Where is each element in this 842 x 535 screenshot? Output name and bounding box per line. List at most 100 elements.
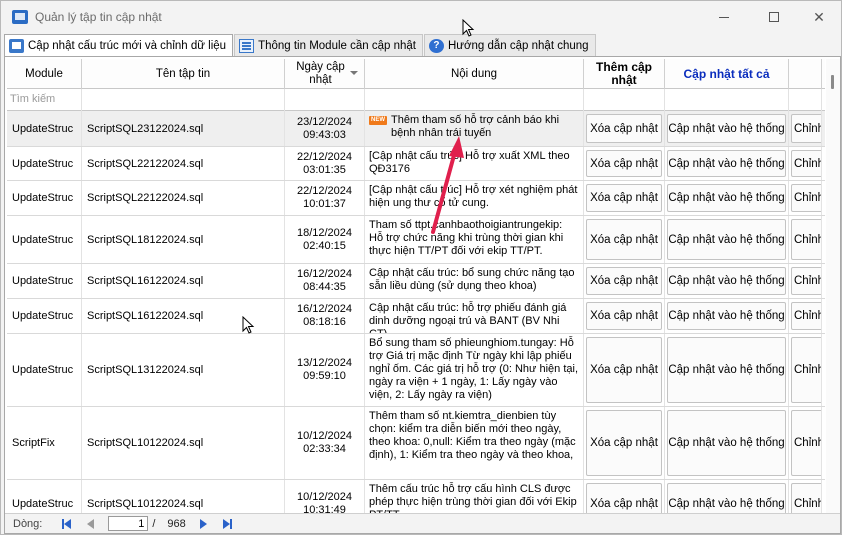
edit-button[interactable]: Chỉnh xyxy=(791,114,821,143)
apply-update-button[interactable]: Cập nhật vào hệ thống xyxy=(667,267,786,295)
maximize-button[interactable] xyxy=(751,1,797,33)
form-window-icon xyxy=(9,38,24,53)
cell-edit: Chỉnh xyxy=(789,480,822,513)
cell-delete: Xóa cập nhật xyxy=(584,147,665,180)
minimize-button[interactable] xyxy=(701,1,747,33)
cell-file-name: ScriptSQL13122024.sql xyxy=(82,334,285,406)
edit-button[interactable]: Chỉnh xyxy=(791,302,821,330)
table-row[interactable]: UpdateStruc ScriptSQL16122024.sql 16/12/… xyxy=(7,299,825,334)
delete-update-button[interactable]: Xóa cập nhật xyxy=(586,483,662,513)
next-page-button[interactable] xyxy=(194,516,214,531)
update-grid: Module Tên tập tin Ngày cập nhật Nội dun… xyxy=(7,59,825,513)
table-row[interactable]: UpdateStruc ScriptSQL16122024.sql 16/12/… xyxy=(7,264,825,299)
table-row[interactable]: UpdateStruc ScriptSQL13122024.sql 13/12/… xyxy=(7,334,825,407)
edit-button[interactable]: Chỉnh xyxy=(791,267,821,295)
time-value: 02:33:34 xyxy=(303,443,346,455)
header-file-name[interactable]: Tên tập tin xyxy=(82,59,285,89)
tab-update-structure[interactable]: Cập nhật cấu trúc mới và chỉnh dữ liệu xyxy=(4,34,234,56)
content-text: [Cập nhật cấu trúc] Hỗ trợ xuất XML theo… xyxy=(369,150,570,175)
date-value: 10/12/2024 xyxy=(296,430,353,442)
delete-update-button[interactable]: Xóa cập nhật xyxy=(586,337,662,403)
apply-update-button[interactable]: Cập nhật vào hệ thống xyxy=(667,114,786,143)
table-row[interactable]: ScriptFix ScriptSQL10122024.sql 10/12/20… xyxy=(7,407,825,480)
header-content[interactable]: Nội dung xyxy=(365,59,584,89)
delete-update-button[interactable]: Xóa cập nhật xyxy=(586,302,662,330)
cell-apply: Cập nhật vào hệ thống xyxy=(665,147,789,180)
cell-module: UpdateStruc xyxy=(7,480,82,513)
edit-button[interactable]: Chỉnh xyxy=(791,410,821,476)
delete-update-button[interactable]: Xóa cập nhật xyxy=(586,114,662,143)
sort-desc-icon xyxy=(350,71,358,75)
filter-module-input[interactable]: Tìm kiếm xyxy=(7,89,82,111)
filter-content-input[interactable] xyxy=(365,89,584,111)
new-badge-icon: NEW xyxy=(369,116,387,125)
time-value: 08:18:16 xyxy=(303,316,346,328)
row-separator: / xyxy=(152,517,156,530)
cell-module: UpdateStruc xyxy=(7,181,82,215)
delete-update-button[interactable]: Xóa cập nhật xyxy=(586,410,662,476)
prev-page-button[interactable] xyxy=(80,516,100,531)
edit-button[interactable]: Chỉnh xyxy=(791,483,821,513)
table-row[interactable]: UpdateStruc ScriptSQL22122024.sql 22/12/… xyxy=(7,181,825,216)
cell-edit: Chỉnh xyxy=(789,299,822,333)
cell-content: Tham số ttpt.canhbaothoigiantrungekip: H… xyxy=(365,216,584,263)
content-text: Thêm cấu trúc hỗ trợ cấu hình CLS được p… xyxy=(369,483,577,513)
delete-update-button[interactable]: Xóa cập nhật xyxy=(586,267,662,295)
apply-update-button[interactable]: Cập nhật vào hệ thống xyxy=(667,302,786,330)
cell-apply: Cập nhật vào hệ thống xyxy=(665,334,789,406)
edit-button[interactable]: Chỉnh xyxy=(791,337,821,403)
date-value: 13/12/2024 xyxy=(296,357,353,369)
table-row[interactable]: UpdateStruc ScriptSQL23122024.sql 23/12/… xyxy=(7,111,825,147)
edit-button[interactable]: Chỉnh xyxy=(791,150,821,177)
add-update-header-button[interactable]: Thêm cập nhật xyxy=(584,59,665,89)
cell-module: UpdateStruc xyxy=(7,334,82,406)
tab-label: Thông tin Module cần cập nhật xyxy=(258,39,416,52)
edit-button[interactable]: Chỉnh xyxy=(791,184,821,212)
delete-update-button[interactable]: Xóa cập nhật xyxy=(586,184,662,212)
cell-content: Cập nhật cấu trúc: hỗ trợ phiếu đánh giá… xyxy=(365,299,584,333)
filter-update xyxy=(665,89,789,111)
cell-file-name: ScriptSQL22122024.sql xyxy=(82,147,285,180)
apply-update-button[interactable]: Cập nhật vào hệ thống xyxy=(667,337,786,403)
edit-button[interactable]: Chỉnh xyxy=(791,219,821,260)
date-value: 22/12/2024 xyxy=(296,185,353,197)
apply-update-button[interactable]: Cập nhật vào hệ thống xyxy=(667,150,786,177)
cell-module: ScriptFix xyxy=(7,407,82,479)
close-button[interactable]: ✕ xyxy=(796,1,842,33)
update-all-header-button[interactable]: Cập nhật tất cả xyxy=(665,59,789,89)
cell-edit: Chỉnh xyxy=(789,264,822,298)
close-icon: ✕ xyxy=(813,8,825,25)
cell-delete: Xóa cập nhật xyxy=(584,181,665,215)
header-date[interactable]: Ngày cập nhật xyxy=(285,59,365,89)
tab-module-info[interactable]: Thông tin Module cần cập nhật xyxy=(234,34,423,56)
tab-general-guide[interactable]: ? Hướng dẫn cập nhật chung xyxy=(423,34,596,56)
cell-content: [Cập nhật cấu trúc] Hỗ trợ xét nghiệm ph… xyxy=(365,181,584,215)
apply-update-button[interactable]: Cập nhật vào hệ thống xyxy=(667,483,786,513)
delete-update-button[interactable]: Xóa cập nhật xyxy=(586,219,662,260)
apply-update-button[interactable]: Cập nhật vào hệ thống xyxy=(667,410,786,476)
cell-date: 16/12/2024 08:18:16 xyxy=(285,299,365,333)
vertical-scrollbar[interactable] xyxy=(826,59,840,513)
cell-file-name: ScriptSQL22122024.sql xyxy=(82,181,285,215)
header-module[interactable]: Module xyxy=(7,59,82,89)
tab-strip: Cập nhật cấu trúc mới và chỉnh dữ liệu T… xyxy=(4,34,597,56)
content-text: Thêm tham số nt.kiemtra_dienbien tùy chọ… xyxy=(369,410,576,461)
last-page-button[interactable] xyxy=(218,516,238,531)
first-page-button[interactable] xyxy=(56,516,76,531)
table-row[interactable]: UpdateStruc ScriptSQL18122024.sql 18/12/… xyxy=(7,216,825,264)
filter-date-input[interactable] xyxy=(285,89,365,111)
current-row-input[interactable] xyxy=(108,516,149,531)
delete-update-button[interactable]: Xóa cập nhật xyxy=(586,150,662,177)
table-row[interactable]: UpdateStruc ScriptSQL10122024.sql 10/12/… xyxy=(7,480,825,513)
cell-delete: Xóa cập nhật xyxy=(584,111,665,146)
filter-file-input[interactable] xyxy=(82,89,285,111)
apply-update-button[interactable]: Cập nhật vào hệ thống xyxy=(667,184,786,212)
cell-module: UpdateStruc xyxy=(7,299,82,333)
cell-delete: Xóa cập nhật xyxy=(584,480,665,513)
apply-update-button[interactable]: Cập nhật vào hệ thống xyxy=(667,219,786,260)
content-text: Tham số ttpt.canhbaothoigiantrungekip: H… xyxy=(369,219,564,257)
table-row[interactable]: UpdateStruc ScriptSQL22122024.sql 22/12/… xyxy=(7,147,825,181)
scrollbar-thumb[interactable] xyxy=(831,75,834,89)
cell-content: Thêm tham số nt.kiemtra_dienbien tùy chọ… xyxy=(365,407,584,479)
cell-apply: Cập nhật vào hệ thống xyxy=(665,480,789,513)
